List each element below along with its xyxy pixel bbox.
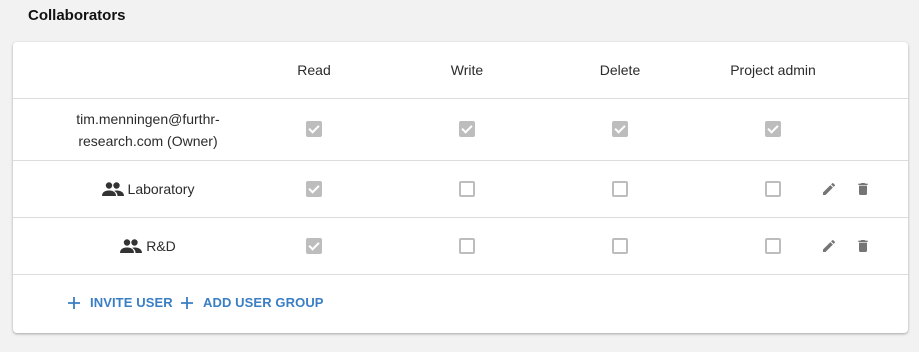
collaborator-name-cell: Laboratory xyxy=(13,161,283,217)
collaborator-name: tim.menningen@furthr-research.com (Owner… xyxy=(76,110,220,149)
add-user-group-button[interactable]: ADD USER GROUP xyxy=(180,295,324,310)
delete-checkbox[interactable] xyxy=(612,238,628,254)
collaborators-table: Read Write Delete Project admin tim.menn… xyxy=(13,42,908,333)
table-row: R&D xyxy=(13,218,908,275)
column-header-project-admin: Project admin xyxy=(730,62,816,78)
pencil-icon[interactable] xyxy=(821,181,837,197)
read-checkbox xyxy=(306,181,322,197)
add-user-group-label: ADD USER GROUP xyxy=(203,295,324,310)
collaborator-name-cell: tim.menningen@furthr-research.com (Owner… xyxy=(13,99,283,160)
column-header-write: Write xyxy=(450,62,484,78)
trash-icon[interactable] xyxy=(855,238,871,254)
project-admin-checkbox[interactable] xyxy=(765,238,781,254)
invite-user-button[interactable]: INVITE USER xyxy=(67,295,173,310)
collaborator-name: Laboratory xyxy=(127,181,195,197)
write-checkbox xyxy=(459,121,475,137)
write-checkbox[interactable] xyxy=(459,181,475,197)
table-row: Laboratory xyxy=(13,161,908,218)
pencil-icon[interactable] xyxy=(821,238,837,254)
group-icon xyxy=(120,239,143,253)
column-header-read: Read xyxy=(297,62,331,78)
project-admin-checkbox xyxy=(765,121,781,137)
write-checkbox[interactable] xyxy=(459,238,475,254)
delete-checkbox[interactable] xyxy=(612,181,628,197)
table-row: tim.menningen@furthr-research.com (Owner… xyxy=(13,99,908,161)
column-header-delete: Delete xyxy=(599,62,641,78)
invite-user-label: INVITE USER xyxy=(90,295,173,310)
plus-icon xyxy=(67,296,81,310)
table-footer: INVITE USER ADD USER GROUP xyxy=(13,275,908,333)
read-checkbox xyxy=(306,121,322,137)
collaborator-name-cell: R&D xyxy=(13,218,283,274)
delete-checkbox xyxy=(612,121,628,137)
table-header-row: Read Write Delete Project admin xyxy=(13,42,908,99)
collaborator-name: R&D xyxy=(146,238,176,254)
section-title: Collaborators xyxy=(28,7,126,24)
plus-icon xyxy=(180,296,194,310)
group-icon xyxy=(101,182,124,196)
project-admin-checkbox[interactable] xyxy=(765,181,781,197)
read-checkbox xyxy=(306,238,322,254)
trash-icon[interactable] xyxy=(855,181,871,197)
